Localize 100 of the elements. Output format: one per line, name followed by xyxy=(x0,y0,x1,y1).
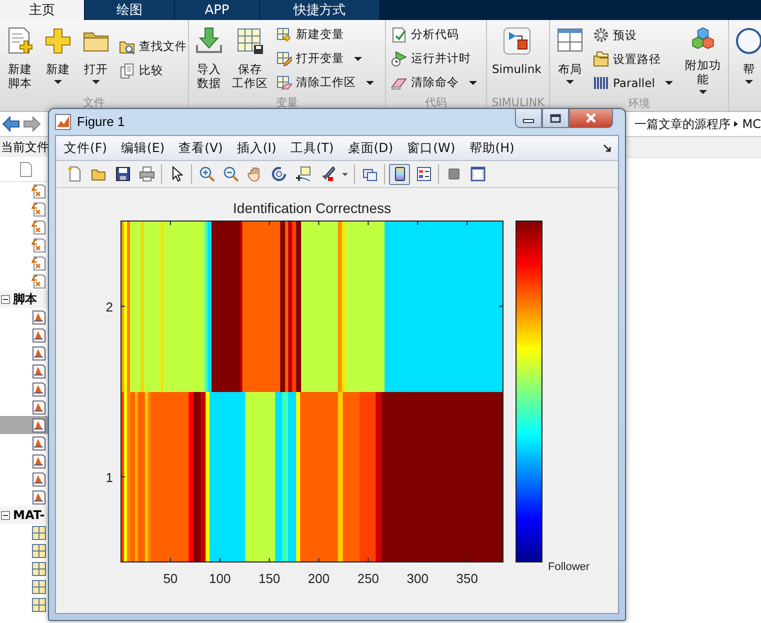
path-segment[interactable]: 一篇文章的源程序 xyxy=(634,116,730,132)
download-arrow-icon xyxy=(194,26,224,56)
ribbon-button[interactable]: 打开变量 xyxy=(273,46,377,70)
ribbon-button[interactable]: 新建变量 xyxy=(273,22,377,46)
ribbon-button[interactable]: 新建 xyxy=(40,22,76,95)
script-file-icon[interactable] xyxy=(31,345,47,361)
grid-plus-icon xyxy=(276,26,292,42)
ribbon-button[interactable]: 查找文件 xyxy=(116,34,190,58)
close-button[interactable] xyxy=(569,109,613,128)
ribbon-tab[interactable]: 绘图 xyxy=(85,0,174,20)
gear-icon xyxy=(593,27,609,43)
script-file-icon[interactable] xyxy=(31,435,47,451)
back-arrow-icon[interactable] xyxy=(2,116,20,132)
forward-arrow-icon[interactable] xyxy=(23,116,41,132)
ribbon-button[interactable]: 分析代码 xyxy=(388,22,480,46)
grid-disk-icon xyxy=(235,26,265,56)
page-icon xyxy=(66,166,82,182)
linked-windows-icon xyxy=(362,166,378,182)
ribbon-tab[interactable]: 快捷方式 xyxy=(260,0,379,20)
ribbon-button[interactable]: 比较 xyxy=(116,58,190,82)
file-row[interactable] xyxy=(0,416,48,434)
ribbon-button[interactable]: 新建 脚本 xyxy=(2,22,38,95)
collapse-toggle[interactable] xyxy=(1,294,10,304)
script-file-icon[interactable] xyxy=(31,417,47,433)
x-tick-label: 150 xyxy=(258,571,280,586)
x-tick-label: 300 xyxy=(406,571,428,586)
x-tick-label: 250 xyxy=(357,571,380,586)
data-file-icon[interactable] xyxy=(31,597,47,613)
function-file-icon[interactable] xyxy=(31,201,47,217)
zoom-out-icon xyxy=(222,166,238,182)
ribbon-button[interactable]: 清除命令 xyxy=(388,70,480,94)
x-tick-label: 50 xyxy=(163,571,178,586)
script-file-icon[interactable] xyxy=(31,327,47,343)
script-file-icon[interactable] xyxy=(31,363,47,379)
menu-item[interactable]: 工具(T) xyxy=(290,140,334,156)
menu-item[interactable]: 桌面(D) xyxy=(348,140,394,156)
ribbon-button[interactable]: 帮 xyxy=(731,22,761,96)
menu-item[interactable]: 查看(V) xyxy=(178,140,223,156)
ribbon-button[interactable]: 运行并计时 xyxy=(388,46,480,70)
data-file-icon[interactable] xyxy=(31,525,47,541)
zoom-in-icon xyxy=(198,166,214,182)
ribbon-button[interactable]: 设置路径 xyxy=(590,47,676,71)
ribbon-group-label: 变量 xyxy=(275,95,299,111)
figure-window-icon xyxy=(55,114,71,130)
path-segment[interactable]: MC xyxy=(742,117,761,131)
menu-item[interactable]: 编辑(E) xyxy=(120,140,165,156)
script-file-icon[interactable] xyxy=(31,453,47,469)
minimize-button[interactable] xyxy=(515,109,542,128)
document-check-icon xyxy=(391,26,407,42)
close-icon xyxy=(585,113,597,123)
plot-title: Identification Correctness xyxy=(233,200,391,216)
documents-icon xyxy=(119,62,135,78)
ribbon-button[interactable]: 预设 xyxy=(590,23,676,47)
toolbar-button[interactable] xyxy=(389,164,410,184)
hand-icon xyxy=(246,166,262,182)
ribbon-button[interactable]: 导入 数据 xyxy=(191,22,227,95)
ribbon-button[interactable]: 清除工作区 xyxy=(273,70,377,94)
data-file-icon[interactable] xyxy=(31,543,47,559)
grid-eraser-icon xyxy=(276,74,292,90)
grid-pencil-icon xyxy=(276,50,292,66)
ribbon-button[interactable]: 布局 xyxy=(552,22,588,96)
window-title: Figure 1 xyxy=(77,113,125,131)
script-file-icon[interactable] xyxy=(31,399,47,415)
maximize-button[interactable] xyxy=(542,109,569,128)
ribbon-button[interactable]: 保存 工作区 xyxy=(229,22,271,95)
ribbon-tab[interactable]: APP xyxy=(175,0,259,20)
y-tick-label: 2 xyxy=(106,299,113,314)
function-file-icon[interactable] xyxy=(31,273,47,289)
function-file-icon[interactable] xyxy=(31,219,47,235)
window-frame-icon xyxy=(470,166,486,182)
menu-item[interactable]: 文件(F) xyxy=(64,140,107,156)
folder-search-icon xyxy=(119,38,135,54)
ribbon-button[interactable]: Parallel xyxy=(590,71,676,95)
ribbon-group-label: 代码 xyxy=(424,95,448,111)
script-file-icon[interactable] xyxy=(31,471,47,487)
collapse-toggle[interactable] xyxy=(1,510,10,520)
y-tick-label: 1 xyxy=(106,470,113,485)
script-file-icon[interactable] xyxy=(31,381,47,397)
function-file-icon[interactable] xyxy=(31,237,47,253)
printer-icon xyxy=(138,166,154,182)
group-label: MAT- xyxy=(13,508,45,522)
bars-icon xyxy=(593,75,609,91)
function-file-icon[interactable] xyxy=(31,255,47,271)
script-file-icon[interactable] xyxy=(31,489,47,505)
data-file-icon[interactable] xyxy=(31,561,47,577)
ribbon-tab[interactable]: 主页 xyxy=(0,0,84,20)
ribbon-button[interactable]: 附加功能 xyxy=(678,22,728,96)
menu-item[interactable]: 插入(I) xyxy=(236,140,276,156)
menu-item[interactable]: 帮助(H) xyxy=(469,140,514,156)
plus-icon xyxy=(43,26,73,56)
script-file-icon[interactable] xyxy=(31,309,47,325)
ribbon-button[interactable]: 打开 xyxy=(78,22,114,95)
data-file-icon[interactable] xyxy=(31,579,47,595)
colorbar-label: Follower xyxy=(548,561,590,573)
ribbon-button[interactable]: Simulink xyxy=(489,22,544,95)
ribbon-group-label: 环境 xyxy=(627,96,651,111)
dock-arrow-icon[interactable] xyxy=(603,144,612,152)
play-clock-icon xyxy=(391,50,407,66)
menu-item[interactable]: 窗口(W) xyxy=(407,140,456,156)
function-file-icon[interactable] xyxy=(31,183,47,199)
